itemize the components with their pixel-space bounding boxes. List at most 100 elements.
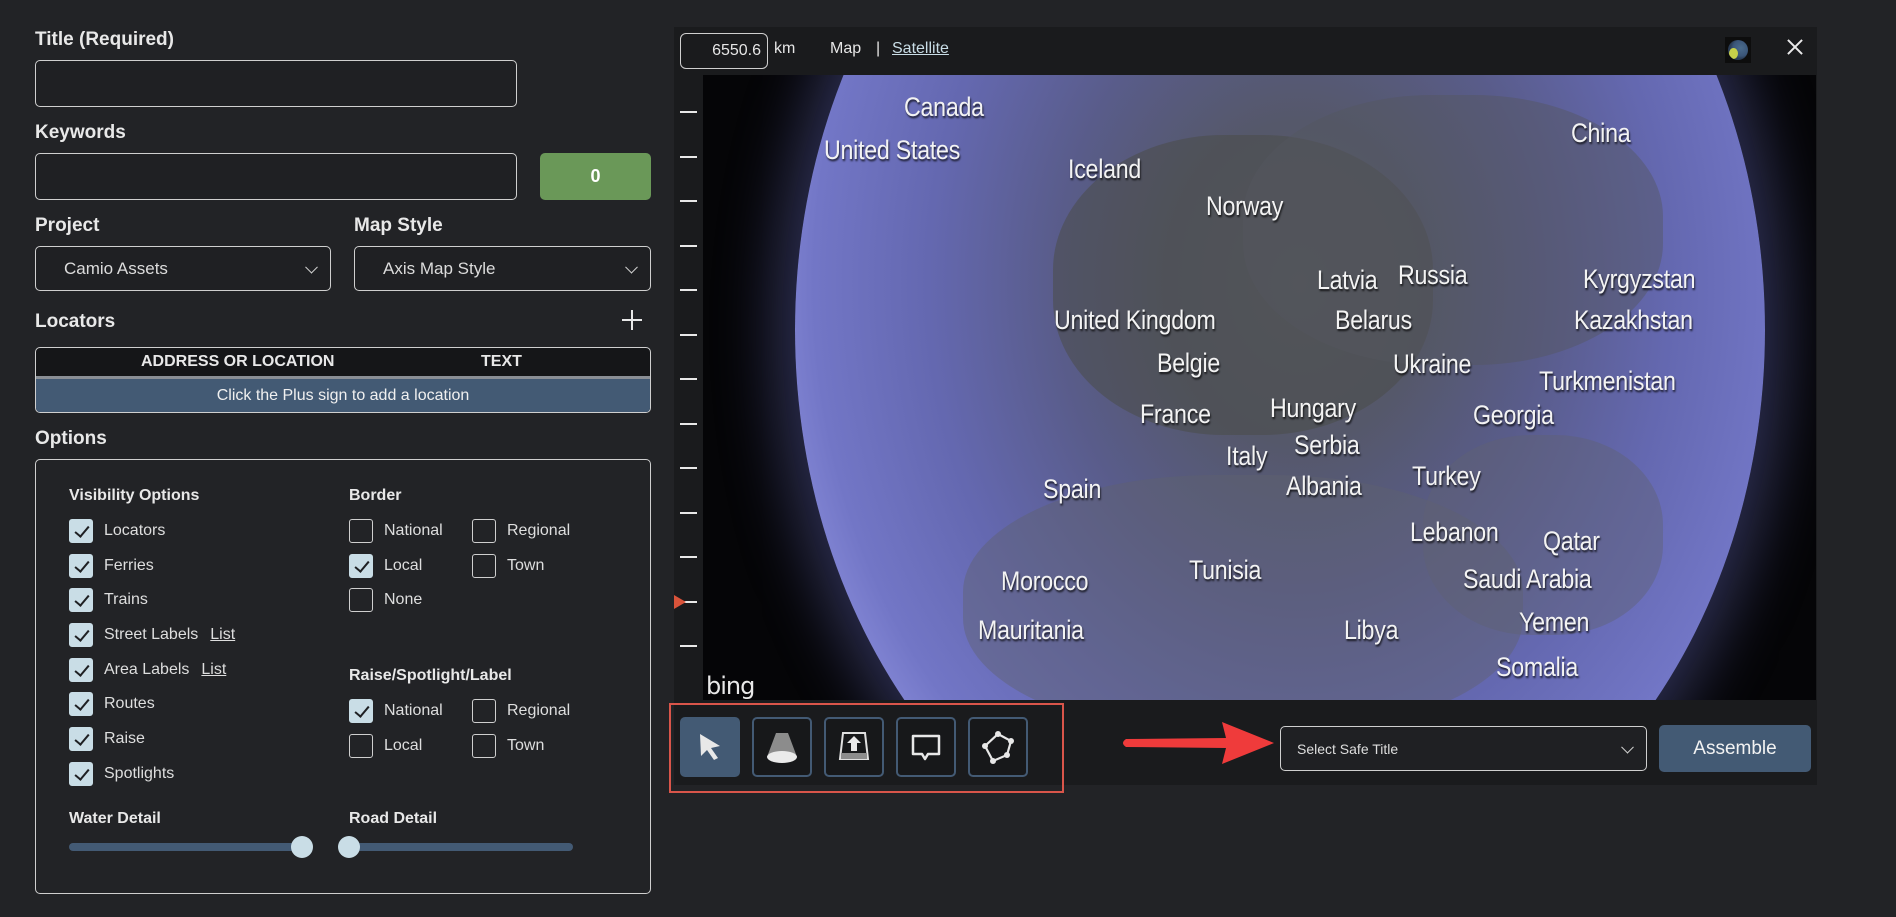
close-icon[interactable] [1783, 35, 1807, 59]
spotlight-cone-icon [767, 733, 797, 763]
checkbox-raise[interactable]: Raise [69, 727, 145, 751]
map-label: Canada [904, 92, 984, 122]
checkbox-ferries[interactable]: Ferries [69, 554, 154, 578]
checkbox-label: Street Labels [104, 626, 199, 643]
keyword-count-button[interactable]: 0 [540, 153, 651, 200]
title-input[interactable] [35, 60, 517, 107]
checkbox-routes[interactable]: Routes [69, 692, 155, 716]
checkbox-label: Local [384, 737, 423, 754]
zoom-scale-tick[interactable] [680, 422, 697, 425]
checkbox-box[interactable] [349, 588, 373, 612]
column-text[interactable]: TEXT [481, 353, 522, 371]
road-detail-label: Road Detail [349, 810, 438, 827]
checkbox-box[interactable] [472, 554, 496, 578]
checkbox-label: Local [384, 557, 423, 574]
checkbox-border-none[interactable]: None [349, 588, 422, 612]
water-detail-slider-thumb[interactable] [291, 836, 313, 858]
checkbox-label: National [384, 522, 443, 539]
zoom-scale-tick[interactable] [680, 289, 697, 291]
polygon-tool-button[interactable] [968, 717, 1028, 777]
checkbox-rsl-town[interactable]: Town [472, 734, 544, 758]
checkbox-box[interactable] [472, 699, 496, 723]
road-detail-slider[interactable] [338, 836, 573, 858]
checkbox-label: Locators [104, 522, 166, 539]
map-label: Lebanon [1410, 517, 1499, 547]
zoom-scale-tick[interactable] [680, 111, 697, 113]
chevron-down-icon [625, 260, 638, 274]
locators-table: ADDRESS OR LOCATION TEXT Click the Plus … [35, 347, 651, 413]
checkbox-area-labels[interactable]: Area Labels List [69, 658, 226, 682]
checkbox-box[interactable] [69, 658, 93, 682]
checkbox-box[interactable] [349, 699, 373, 723]
checkbox-border-regional[interactable]: Regional [472, 519, 570, 543]
column-address-or-location[interactable]: ADDRESS OR LOCATION [141, 353, 334, 371]
map-label: Latvia [1317, 265, 1378, 295]
zoom-scale-tick[interactable] [680, 244, 697, 247]
zoom-scale-tick[interactable] [680, 645, 697, 647]
safe-title-select[interactable]: Select Safe Title [1280, 726, 1647, 771]
locators-heading: Locators [35, 311, 116, 332]
options-heading: Options [35, 428, 107, 449]
checkbox-locators[interactable]: Locators [69, 519, 165, 543]
checkbox-label: National [384, 702, 443, 719]
checkbox-box[interactable] [472, 734, 496, 758]
checkbox-spotlights[interactable]: Spotlights [69, 762, 174, 786]
map-style-select[interactable]: Axis Map Style [354, 246, 651, 291]
area-labels-list-link[interactable]: List [201, 661, 226, 679]
checkbox-box[interactable] [69, 762, 93, 786]
zoom-scale-tick[interactable] [680, 378, 697, 380]
checkbox-box[interactable] [472, 519, 496, 543]
add-locator-plus-icon[interactable] [620, 308, 644, 332]
select-tool-button[interactable] [680, 717, 740, 777]
checkbox-box[interactable] [69, 554, 93, 578]
locators-table-header: ADDRESS OR LOCATION TEXT [36, 348, 650, 379]
checkbox-rsl-local[interactable]: Local [349, 734, 422, 758]
zoom-scale-tick[interactable] [680, 556, 697, 558]
checkbox-box[interactable] [69, 519, 93, 543]
zoom-scale-tick[interactable] [680, 200, 697, 202]
raise-tool-button[interactable] [824, 717, 884, 777]
checkbox-street-labels[interactable]: Street Labels List [69, 623, 235, 647]
project-select[interactable]: Camio Assets [35, 246, 331, 291]
zoom-scale-tick[interactable] [680, 155, 697, 158]
zoom-scale-tick[interactable] [680, 333, 697, 336]
map-mode-satellite[interactable]: Satellite [892, 40, 949, 58]
distance-input[interactable] [680, 33, 768, 69]
street-labels-list-link[interactable]: List [210, 626, 235, 644]
checkbox-label: Raise [104, 730, 145, 747]
border-heading: Border [349, 487, 402, 504]
map-label: Hungary [1270, 393, 1356, 423]
checkbox-border-local[interactable]: Local [349, 554, 422, 578]
map-label: Russia [1398, 260, 1468, 290]
checkbox-box[interactable] [349, 554, 373, 578]
checkbox-trains[interactable]: Trains [69, 588, 148, 612]
checkbox-border-town[interactable]: Town [472, 554, 544, 578]
checkbox-box[interactable] [69, 623, 93, 647]
map-mode-map[interactable]: Map [830, 40, 861, 58]
water-detail-label: Water Detail [69, 810, 161, 827]
checkbox-label: Regional [507, 522, 571, 539]
zoom-scale-tick[interactable] [680, 511, 697, 514]
map-view[interactable]: Canada United States Iceland Norway Chin… [703, 75, 1816, 700]
checkbox-box[interactable] [349, 519, 373, 543]
checkbox-box[interactable] [69, 692, 93, 716]
water-detail-slider[interactable] [69, 836, 313, 858]
keywords-input[interactable] [35, 153, 517, 200]
globe-icon[interactable] [1725, 37, 1751, 63]
checkbox-rsl-regional[interactable]: Regional [472, 699, 570, 723]
chevron-down-icon [1621, 740, 1634, 754]
assemble-button[interactable]: Assemble [1659, 725, 1811, 772]
zoom-level-pointer-icon[interactable] [674, 594, 686, 609]
label-tool-button[interactable] [896, 717, 956, 777]
zoom-scale-tick[interactable] [680, 467, 697, 469]
red-arrow-annotation-icon [1123, 722, 1274, 764]
checkbox-box[interactable] [69, 727, 93, 751]
road-detail-slider-thumb[interactable] [338, 836, 360, 858]
spotlight-tool-button[interactable] [752, 717, 812, 777]
checkbox-border-national[interactable]: National [349, 519, 443, 543]
map-label: France [1140, 399, 1211, 429]
checkbox-box[interactable] [69, 588, 93, 612]
checkbox-rsl-national[interactable]: National [349, 699, 443, 723]
zoom-scale[interactable] [674, 75, 703, 700]
checkbox-box[interactable] [349, 734, 373, 758]
